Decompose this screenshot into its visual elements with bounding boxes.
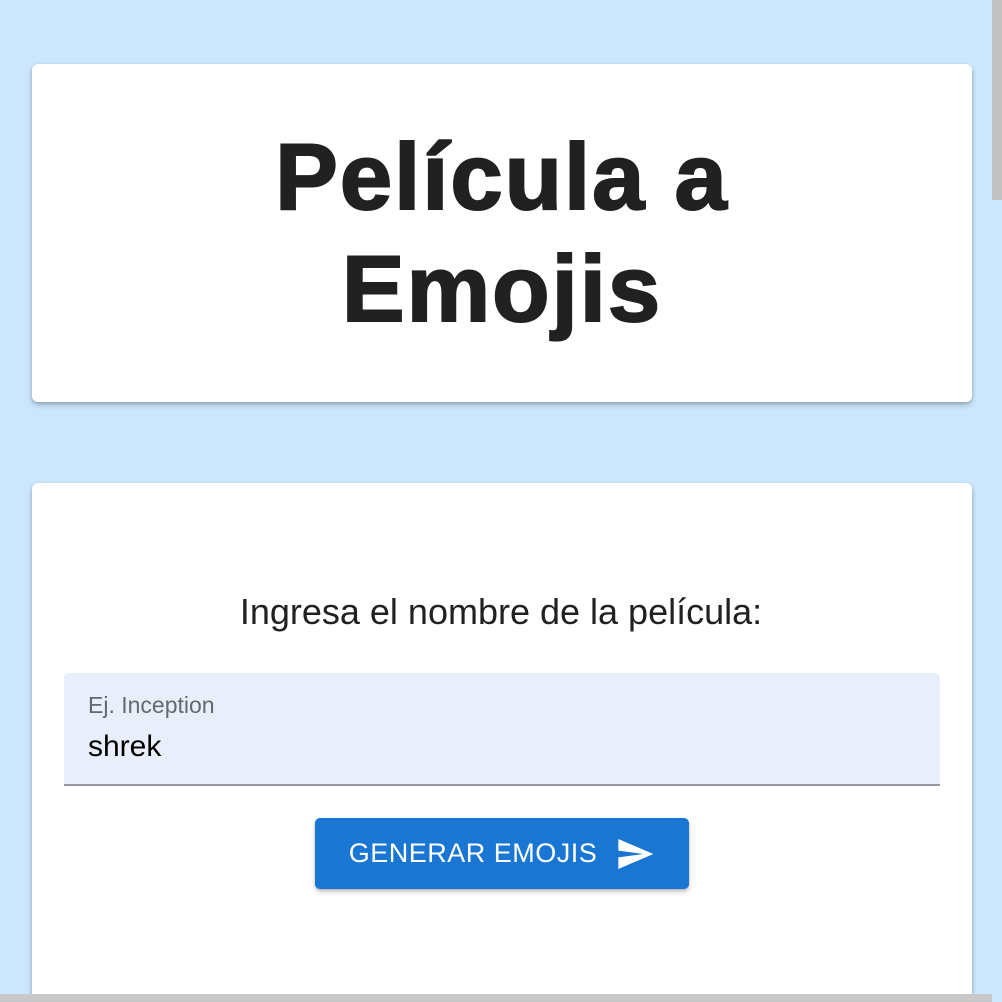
vertical-scrollbar[interactable] <box>992 0 1002 1002</box>
generate-emojis-button[interactable]: GENERAR EMOJIS <box>315 818 689 889</box>
movie-name-field-label: Ej. Inception <box>88 692 215 718</box>
movie-name-input[interactable] <box>88 727 908 767</box>
vertical-scrollbar-thumb[interactable] <box>992 0 1002 200</box>
horizontal-scrollbar[interactable] <box>0 994 992 1002</box>
movie-prompt-label: Ingresa el nombre de la película: <box>239 591 763 632</box>
movie-name-field[interactable]: Ej. Inception <box>64 673 940 786</box>
title-card: Película a Emojis <box>32 64 972 402</box>
page-title: Película a Emojis <box>274 123 729 342</box>
send-icon <box>615 834 655 874</box>
page: Película a Emojis Ingresa el nombre de l… <box>0 0 1002 1002</box>
generate-emojis-button-label: GENERAR EMOJIS <box>348 838 598 868</box>
